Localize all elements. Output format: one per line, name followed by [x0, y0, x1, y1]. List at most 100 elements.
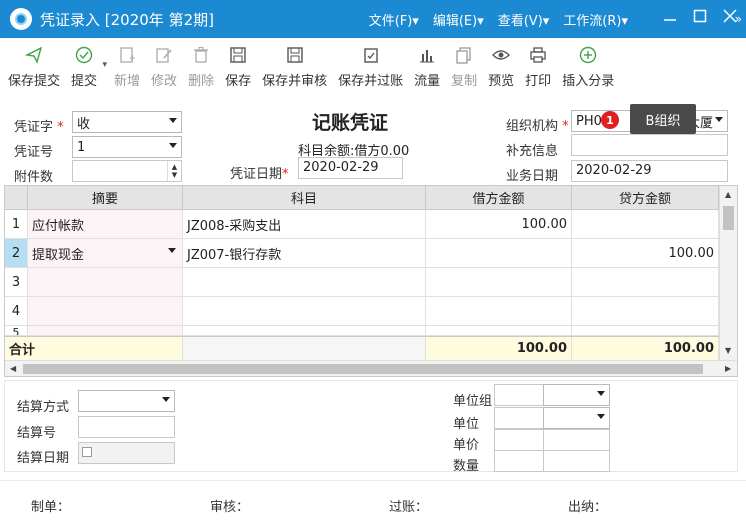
- settlement-method-select[interactable]: [78, 390, 175, 412]
- submit-dropdown-icon[interactable]: ▾: [103, 60, 108, 70]
- print-button[interactable]: 打印: [525, 38, 551, 94]
- vertical-scrollbar[interactable]: ▲ ▼: [719, 186, 737, 360]
- table-row[interactable]: 2 提取现金 JZ007-银行存款 100.00: [5, 239, 719, 268]
- window-title: 凭证录入 [2020年 第2期]: [40, 10, 214, 29]
- save-submit-button[interactable]: 保存提交: [8, 38, 60, 94]
- unit-select[interactable]: [543, 407, 610, 429]
- minimize-icon[interactable]: [662, 8, 678, 24]
- window-controls: [662, 8, 738, 24]
- table-row[interactable]: 3: [5, 268, 719, 297]
- save-and-audit-button[interactable]: 保存并审核: [262, 38, 327, 94]
- delete-button[interactable]: 删除: [188, 38, 214, 94]
- attachments-stepper[interactable]: ▲ ▼: [72, 160, 182, 182]
- extra-info-label: 补充信息: [506, 144, 559, 159]
- table-row[interactable]: 1 应付帐款 JZ008-采购支出 100.00: [5, 210, 719, 239]
- scroll-right-icon[interactable]: ▶: [725, 364, 731, 373]
- unit-price-input[interactable]: [494, 429, 544, 451]
- biz-date-input[interactable]: 2020-02-29: [571, 160, 728, 182]
- summary-cell[interactable]: 提取现金: [28, 239, 183, 267]
- debit-cell[interactable]: [426, 297, 572, 325]
- copy-button[interactable]: 复制: [451, 38, 477, 94]
- summary-header[interactable]: 摘要: [28, 186, 183, 209]
- row-number: 2: [5, 239, 28, 267]
- chevron-down-icon: [169, 118, 177, 123]
- menu-view[interactable]: 查看(V)▾: [498, 10, 550, 29]
- voucher-no-select[interactable]: 1: [72, 136, 182, 158]
- cash-flow-button[interactable]: 流量: [414, 38, 440, 94]
- org-label: 组织机构 *: [506, 119, 569, 134]
- org-tooltip: B组织: [630, 104, 696, 134]
- account-cell[interactable]: [183, 326, 426, 335]
- extra-info-input[interactable]: [571, 134, 728, 156]
- summary-cell[interactable]: [28, 268, 183, 296]
- account-cell[interactable]: JZ008-采购支出: [183, 210, 426, 238]
- credit-cell[interactable]: 100.00: [572, 239, 719, 267]
- chevron-down-icon[interactable]: [168, 248, 176, 253]
- menu-workflow[interactable]: 工作流(R)▾: [563, 10, 628, 29]
- credit-cell[interactable]: [572, 268, 719, 296]
- menu-edit[interactable]: 编辑(E)▾: [433, 10, 484, 29]
- scroll-left-icon[interactable]: ◀: [10, 364, 16, 373]
- summary-cell[interactable]: [28, 326, 183, 335]
- vertical-scroll-thumb[interactable]: [723, 206, 734, 230]
- voucher-date-input[interactable]: 2020-02-29: [298, 157, 403, 179]
- unit-group-input[interactable]: [494, 384, 544, 406]
- summary-cell[interactable]: 应付帐款: [28, 210, 183, 238]
- maker-label: 制单：: [31, 500, 71, 515]
- new-button[interactable]: 新增: [114, 38, 140, 94]
- settlement-no-input[interactable]: [78, 416, 175, 438]
- notification-badge: 1: [601, 111, 619, 129]
- save-button[interactable]: 保存: [225, 38, 251, 94]
- summary-value: 提取现金: [32, 247, 85, 263]
- overflow-chevron-icon[interactable]: »: [735, 12, 742, 26]
- credit-cell[interactable]: [572, 210, 719, 238]
- menu-file[interactable]: 文件(F)▾: [369, 10, 419, 29]
- quantity-input[interactable]: [494, 450, 544, 472]
- account-header[interactable]: 科目: [183, 186, 426, 209]
- grid-header: 摘要 科目 借方金额 贷方金额: [5, 186, 719, 210]
- horizontal-scroll-thumb[interactable]: [23, 364, 703, 374]
- summary-cell[interactable]: [28, 297, 183, 325]
- debit-header[interactable]: 借方金额: [426, 186, 572, 209]
- total-debit: 100.00: [426, 337, 572, 360]
- delete-label: 删除: [188, 74, 215, 89]
- voucher-word-select[interactable]: 收: [72, 111, 182, 133]
- settlement-date-checkbox[interactable]: [82, 447, 92, 457]
- debit-cell[interactable]: [426, 326, 572, 335]
- scroll-up-icon[interactable]: ▲: [725, 190, 731, 199]
- unit-price-input-2[interactable]: [543, 429, 610, 451]
- submit-button[interactable]: 提交 ▾: [71, 38, 107, 94]
- account-cell[interactable]: [183, 297, 426, 325]
- insert-entry-button[interactable]: 插入分录: [562, 38, 614, 94]
- bar-chart-icon: [418, 46, 436, 66]
- footer-divider: [0, 480, 746, 481]
- save-and-post-label: 保存并过账: [338, 74, 404, 89]
- scroll-down-icon[interactable]: ▼: [725, 346, 731, 355]
- account-cell[interactable]: JZ007-银行存款: [183, 239, 426, 267]
- debit-cell[interactable]: [426, 239, 572, 267]
- row-number-header: [5, 186, 28, 209]
- table-row[interactable]: 4: [5, 297, 719, 326]
- save-and-post-button[interactable]: 保存并过账: [338, 38, 403, 94]
- modify-button[interactable]: 修改: [151, 38, 177, 94]
- debit-cell[interactable]: 100.00: [426, 210, 572, 238]
- unit-input[interactable]: [494, 407, 544, 429]
- account-cell[interactable]: [183, 268, 426, 296]
- entries-grid: 摘要 科目 借方金额 贷方金额 1 应付帐款 JZ008-采购支出 100.00…: [4, 185, 738, 377]
- credit-cell[interactable]: [572, 297, 719, 325]
- table-row[interactable]: 5: [5, 326, 719, 336]
- debit-cell[interactable]: [426, 268, 572, 296]
- chevron-down-icon: [597, 391, 605, 396]
- new-doc-icon: [118, 46, 136, 66]
- unit-group-select[interactable]: [543, 384, 610, 406]
- horizontal-scrollbar[interactable]: ◀ ▶: [5, 360, 737, 376]
- credit-cell[interactable]: [572, 326, 719, 335]
- maximize-icon[interactable]: [692, 8, 708, 24]
- chevron-down-icon: [162, 397, 170, 402]
- credit-header[interactable]: 贷方金额: [572, 186, 719, 209]
- preview-button[interactable]: 预览: [488, 38, 514, 94]
- stepper-arrows-icon[interactable]: ▲ ▼: [167, 161, 181, 181]
- quantity-input-2[interactable]: [543, 450, 610, 472]
- voucher-word-label: 凭证字 *: [14, 120, 64, 135]
- settlement-no-label: 结算号: [17, 426, 57, 441]
